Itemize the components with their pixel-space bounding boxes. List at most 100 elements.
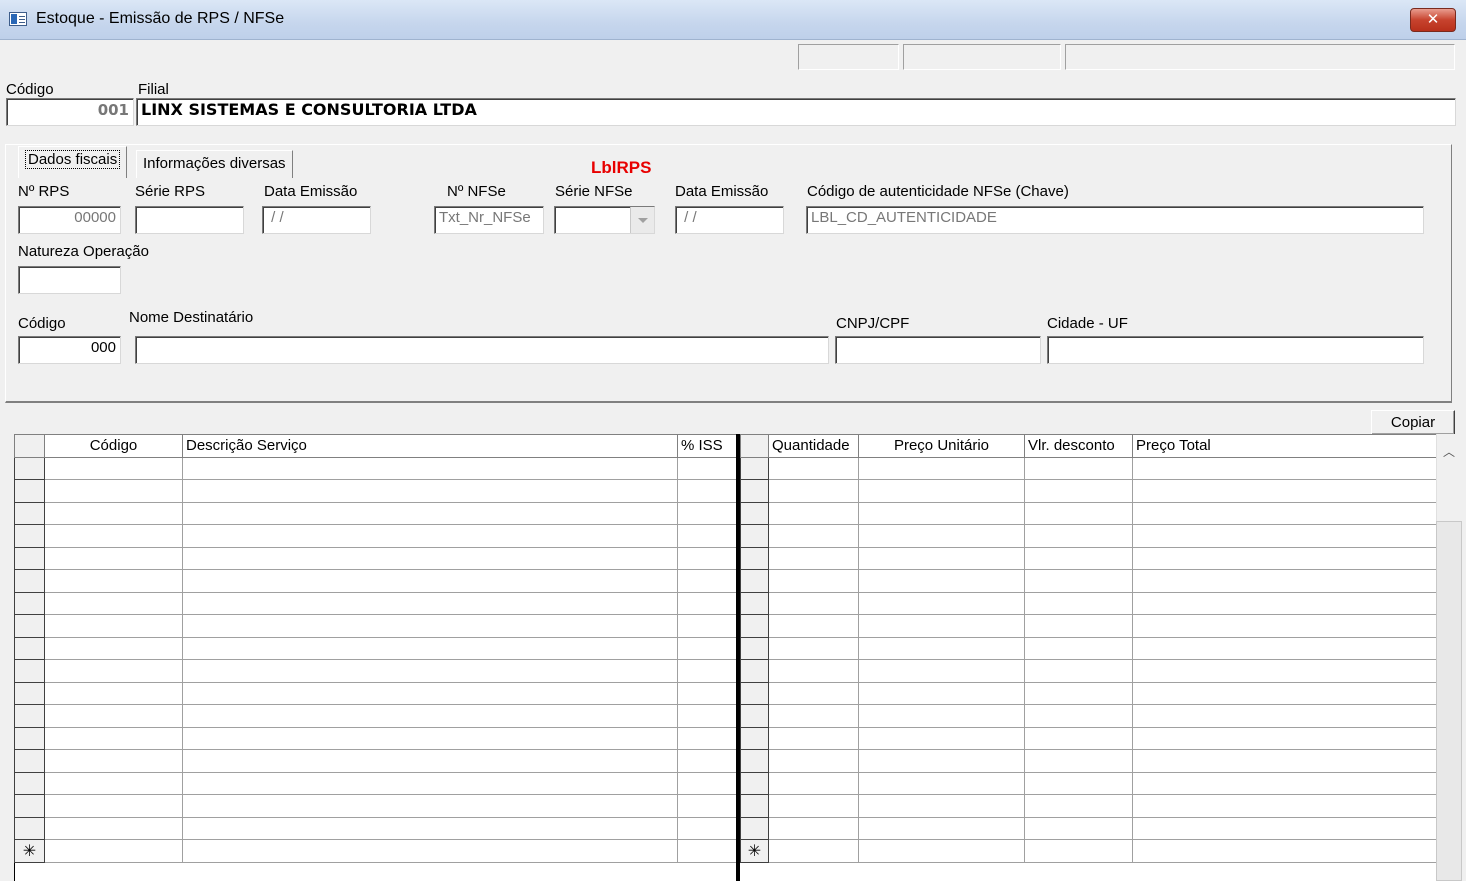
grid-cell[interactable]: [1132, 501, 1437, 525]
dest-codigo-field[interactable]: 000: [18, 336, 121, 364]
row-selector[interactable]: [14, 501, 45, 525]
grid-cell[interactable]: [1132, 591, 1437, 615]
grid-cell[interactable]: [1024, 636, 1133, 660]
grid-cell[interactable]: [858, 569, 1025, 593]
scrollbar-thumb[interactable]: [1436, 521, 1462, 881]
grid-cell[interactable]: [1132, 546, 1437, 570]
col-preco-unitario-header[interactable]: Preço Unitário: [858, 434, 1025, 458]
row-selector[interactable]: [14, 546, 45, 570]
table-row[interactable]: [740, 636, 1437, 660]
row-selector[interactable]: [14, 636, 45, 660]
grid-cell[interactable]: [182, 614, 678, 638]
table-row[interactable]: [14, 704, 738, 728]
grid-cell[interactable]: [858, 479, 1025, 503]
new-row[interactable]: ✳: [14, 839, 738, 863]
row-selector[interactable]: [14, 569, 45, 593]
row-selector[interactable]: [740, 479, 769, 503]
table-row[interactable]: [14, 501, 738, 525]
grid-cell[interactable]: [44, 704, 183, 728]
table-row[interactable]: [740, 726, 1437, 750]
grid-cell[interactable]: [182, 569, 678, 593]
col-descricao-header[interactable]: Descrição Serviço: [182, 434, 678, 458]
serie-rps-field[interactable]: [135, 206, 244, 234]
row-selector[interactable]: [14, 456, 45, 480]
grid-cell[interactable]: [677, 591, 738, 615]
grid-cell[interactable]: [677, 749, 738, 773]
grid-cell[interactable]: [1132, 569, 1437, 593]
grid-cell[interactable]: [768, 501, 859, 525]
row-selector[interactable]: [740, 546, 769, 570]
table-row[interactable]: [740, 546, 1437, 570]
grid-cell[interactable]: [44, 659, 183, 683]
grid-split-divider[interactable]: [736, 434, 740, 881]
grid-cell[interactable]: [677, 816, 738, 840]
cod-autenticidade-field[interactable]: LBL_CD_AUTENTICIDADE: [806, 206, 1424, 234]
table-row[interactable]: [740, 704, 1437, 728]
grid-cell[interactable]: [677, 771, 738, 795]
data-emissao-field[interactable]: / /: [262, 206, 371, 234]
grid-cell[interactable]: [182, 681, 678, 705]
grid-cell[interactable]: [44, 726, 183, 750]
row-selector[interactable]: [14, 614, 45, 638]
grid-cell[interactable]: [44, 614, 183, 638]
grid-cell[interactable]: [44, 681, 183, 705]
grid-cell[interactable]: [677, 501, 738, 525]
grid-cell[interactable]: [1132, 704, 1437, 728]
table-row[interactable]: [14, 681, 738, 705]
table-row[interactable]: [14, 816, 738, 840]
grid-cell[interactable]: [182, 704, 678, 728]
grid-cell[interactable]: [858, 794, 1025, 818]
codigo-field[interactable]: 001: [6, 98, 134, 126]
grid-left[interactable]: Código Descrição Serviço % ISS ✳: [14, 434, 738, 863]
data-emissao-nfse-field[interactable]: / /: [675, 206, 784, 234]
grid-cell[interactable]: [768, 524, 859, 548]
grid-cell[interactable]: [768, 659, 859, 683]
row-selector[interactable]: [740, 614, 769, 638]
grid-cell[interactable]: [858, 749, 1025, 773]
row-selector[interactable]: [740, 726, 769, 750]
grid-cell[interactable]: [1024, 704, 1133, 728]
grid-cell[interactable]: [44, 456, 183, 480]
grid-cell[interactable]: [1132, 614, 1437, 638]
tab-dados-fiscais[interactable]: Dados fiscais: [18, 146, 128, 178]
table-row[interactable]: [740, 614, 1437, 638]
grid-cell[interactable]: [768, 636, 859, 660]
grid-cell[interactable]: [768, 614, 859, 638]
grid-cell[interactable]: [858, 726, 1025, 750]
grid-cell[interactable]: [1132, 524, 1437, 548]
col-preco-total-header[interactable]: Preço Total: [1132, 434, 1437, 458]
table-row[interactable]: [740, 681, 1437, 705]
grid-cell[interactable]: [1024, 569, 1133, 593]
grid-cell[interactable]: [1024, 681, 1133, 705]
row-selector[interactable]: [14, 591, 45, 615]
grid-cell[interactable]: [768, 546, 859, 570]
row-selector[interactable]: [740, 771, 769, 795]
grid-cell[interactable]: [1024, 749, 1133, 773]
col-iss-header[interactable]: % ISS: [677, 434, 738, 458]
row-selector[interactable]: [740, 659, 769, 683]
table-row[interactable]: [14, 546, 738, 570]
tab-informacoes-diversas[interactable]: Informações diversas: [136, 150, 293, 178]
chevron-up-icon[interactable]: ︿: [1442, 443, 1456, 459]
grid-cell[interactable]: [677, 704, 738, 728]
cnpj-cpf-field[interactable]: [835, 336, 1041, 364]
grid-cell[interactable]: [677, 659, 738, 683]
grid-cell[interactable]: [1024, 614, 1133, 638]
grid-cell[interactable]: [1132, 771, 1437, 795]
grid-cell[interactable]: [182, 456, 678, 480]
table-row[interactable]: [14, 456, 738, 480]
grid-cell[interactable]: [677, 546, 738, 570]
grid-cell[interactable]: [858, 636, 1025, 660]
grid-cell[interactable]: [677, 681, 738, 705]
grid-right[interactable]: Quantidade Preço Unitário Vlr. desconto …: [740, 434, 1437, 863]
grid-cell[interactable]: [677, 524, 738, 548]
grid-cell[interactable]: [182, 546, 678, 570]
grid-cell[interactable]: [182, 501, 678, 525]
row-selector[interactable]: [740, 591, 769, 615]
table-row[interactable]: [14, 636, 738, 660]
row-selector[interactable]: [740, 636, 769, 660]
grid-cell[interactable]: [858, 546, 1025, 570]
copiar-button[interactable]: Copiar: [1371, 410, 1455, 435]
nome-destinatario-field[interactable]: [135, 336, 829, 364]
col-codigo-header[interactable]: Código: [44, 434, 183, 458]
